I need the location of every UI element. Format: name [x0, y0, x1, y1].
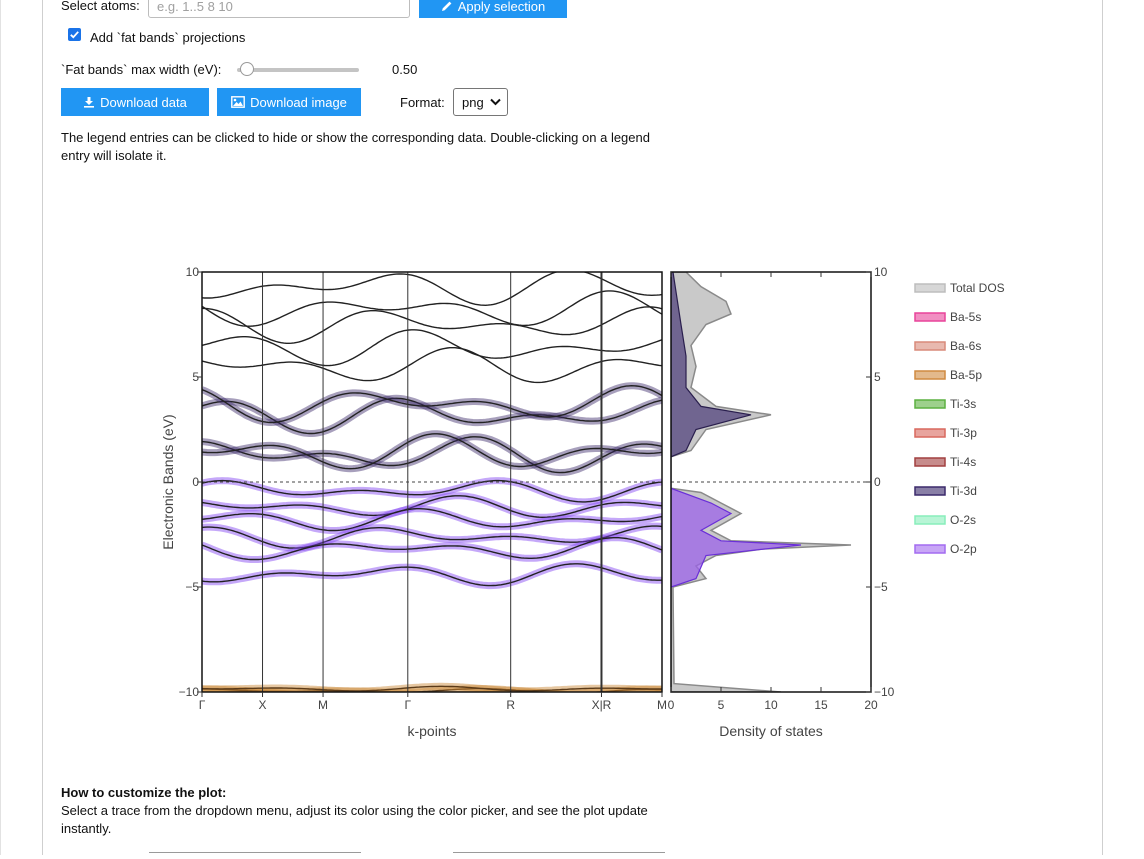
band-structure-dos-chart[interactable]: −10 −5 0 5 10 Γ X M Γ R X|R Mk-points Electronic Ban… [0, 0, 1144, 855]
x-tick-label: Γ [404, 698, 411, 712]
o2p-dos-area [671, 487, 802, 588]
legend-swatch [914, 399, 946, 409]
trace-dropdown[interactable] [149, 852, 361, 859]
legend-label: Ti-3s [950, 397, 976, 411]
x-tick-label: Γ [199, 698, 206, 712]
dos-y-tick-label: −10 [874, 685, 895, 699]
x-tick-label: M [318, 698, 328, 712]
legend-item[interactable]: Ba-6s [914, 339, 981, 353]
x-tick-label: R [506, 698, 515, 712]
legend-swatch [914, 428, 946, 438]
legend: Total DOS Ba-5s Ba-6s Ba-5p Ti-3s Ti-3p Ti-4s T… [914, 281, 1005, 556]
y-tick-label: 10 [186, 265, 200, 279]
dos-x-tick-label: 10 [764, 698, 778, 712]
dos-y-tick-label: 0 [874, 475, 881, 489]
dos-y-tick-label: −5 [874, 580, 888, 594]
x-tick-label: X|R [592, 698, 612, 712]
legend-label: Ba-6s [950, 339, 981, 353]
legend-item[interactable]: Ba-5s [914, 310, 981, 324]
band-line [202, 306, 662, 344]
customize-heading: How to customize the plot: [61, 785, 227, 800]
legend-swatch [914, 312, 946, 322]
legend-item[interactable]: O-2s [914, 513, 976, 527]
dos-x-tick-label: 20 [864, 698, 878, 712]
legend-item[interactable]: Ti-3s [914, 397, 976, 411]
legend-item[interactable]: Total DOS [914, 281, 1005, 295]
legend-label: O-2s [950, 513, 976, 527]
dos-y-tick-label: 5 [874, 370, 881, 384]
band-lines [202, 272, 662, 692]
x-tick-label: X [259, 698, 267, 712]
color-picker[interactable] [453, 852, 665, 859]
legend-swatch [914, 370, 946, 380]
dos-x-tick-label: 0 [668, 698, 675, 712]
legend-label: Ti-3p [950, 426, 977, 440]
y-tick-label: −5 [185, 580, 199, 594]
legend-item[interactable]: O-2p [914, 542, 977, 556]
legend-item[interactable]: Ti-4s [914, 455, 976, 469]
band-y-axis-title: Electronic Bands (eV) [160, 414, 176, 549]
y-tick-label: 5 [192, 370, 199, 384]
legend-swatch [914, 486, 946, 496]
dos-x-axis-title: Density of states [719, 723, 823, 739]
legend-label: Ba-5s [950, 310, 981, 324]
band-x-axis-title: k-points [407, 723, 456, 739]
band-line [202, 290, 662, 327]
legend-swatch [914, 544, 946, 554]
legend-swatch [914, 283, 946, 293]
band-line [202, 272, 662, 307]
dos-y-tick-label: 10 [874, 265, 888, 279]
legend-swatch [914, 457, 946, 467]
y-tick-label: 0 [192, 475, 199, 489]
legend-item[interactable]: Ti-3p [914, 426, 977, 440]
legend-label: Ti-4s [950, 455, 976, 469]
band-line [202, 347, 662, 384]
legend-label: Ba-5p [950, 368, 982, 382]
legend-label: Total DOS [950, 281, 1005, 295]
legend-label: O-2p [950, 542, 977, 556]
band-line [202, 329, 662, 367]
y-tick-label: −10 [179, 685, 200, 699]
legend-swatch [914, 341, 946, 351]
legend-item[interactable]: Ti-3d [914, 484, 977, 498]
customize-text: Select a trace from the dropdown menu, a… [61, 803, 648, 836]
dos-x-tick-label: 15 [814, 698, 828, 712]
legend-swatch [914, 515, 946, 525]
dos-x-tick-label: 5 [718, 698, 725, 712]
legend-item[interactable]: Ba-5p [914, 368, 982, 382]
x-tick-label: M [657, 698, 667, 712]
fat-band [202, 560, 662, 590]
legend-label: Ti-3d [950, 484, 977, 498]
